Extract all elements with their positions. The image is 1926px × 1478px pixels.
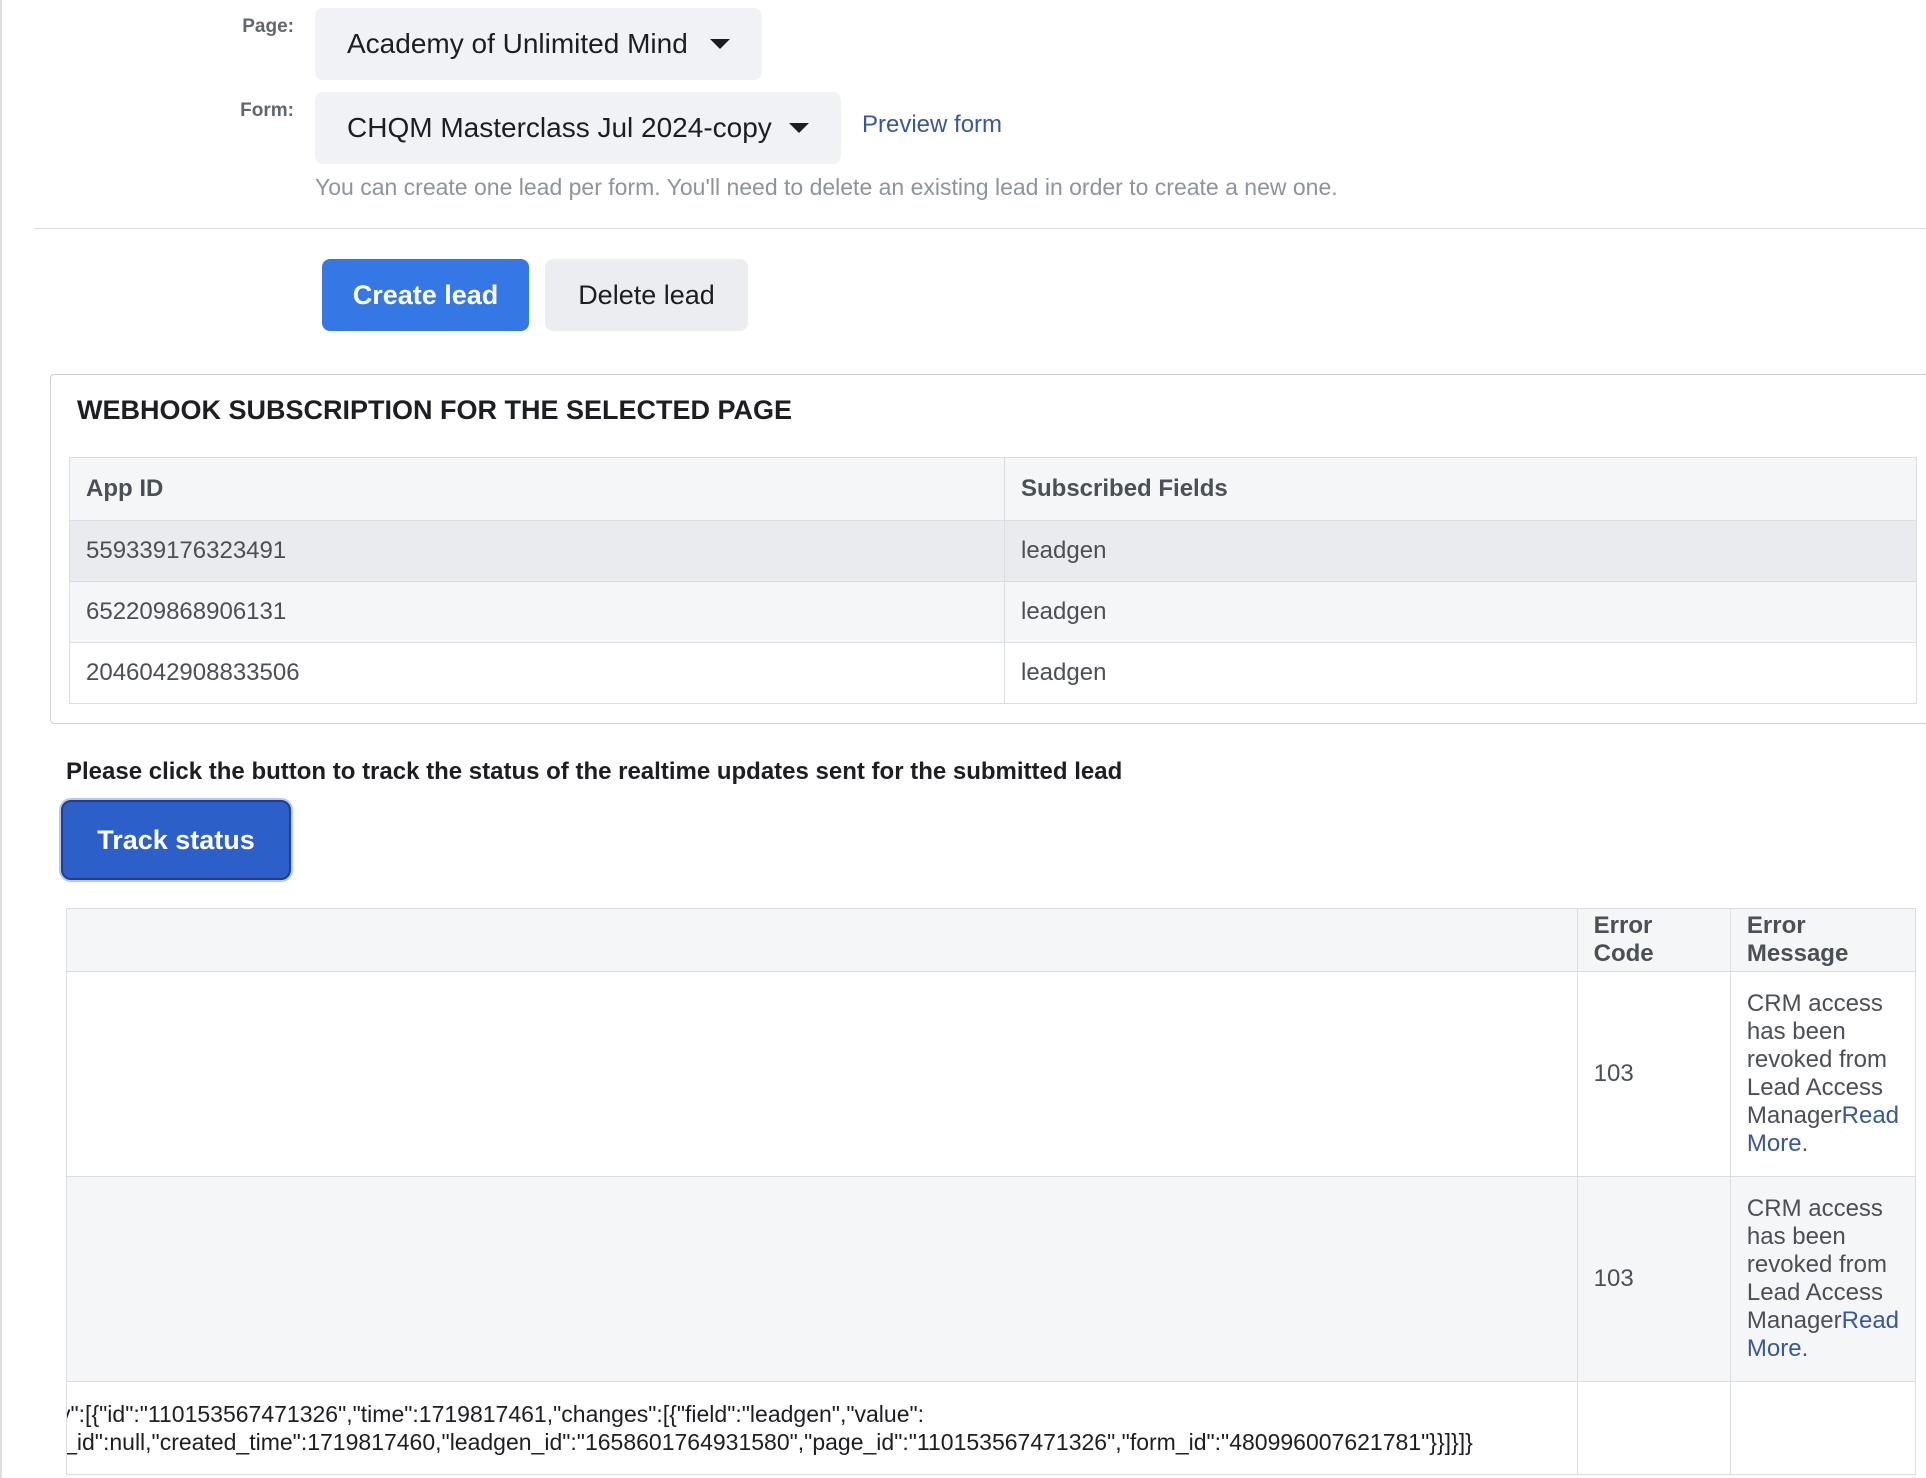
track-status-button[interactable]: Track status (61, 800, 291, 880)
payload-cell (66, 971, 1578, 1177)
table-row: 652209868906131 leadgen (69, 581, 1917, 643)
fields-cell: leadgen (1004, 642, 1917, 704)
webhook-title: WEBHOOK SUBSCRIPTION FOR THE SELECTED PA… (77, 395, 793, 425)
table-header-row: App ID Subscribed Fields (69, 457, 1917, 521)
error-message-cell (1729, 1381, 1917, 1475)
page-select[interactable]: Academy of Unlimited Mind (315, 8, 762, 80)
create-lead-button[interactable]: Create lead (322, 259, 529, 331)
fields-cell: leadgen (1004, 520, 1917, 582)
error-code-cell (1576, 1381, 1731, 1475)
fields-cell: leadgen (1004, 581, 1917, 643)
table-row: 103 CRM access has been revoked from Lea… (66, 1176, 1917, 1382)
column-header-payload (66, 908, 1578, 972)
app-id-cell: 2046042908833506 (69, 642, 1005, 704)
error-message-cell: CRM access has been revoked from Lead Ac… (1729, 1176, 1917, 1382)
chevron-down-icon (710, 39, 730, 49)
app-id-cell: 652209868906131 (69, 581, 1005, 643)
column-header-error-code: Error Code (1576, 908, 1731, 972)
table-row: y":[{"id":"110153567471326","time":17198… (66, 1381, 1917, 1475)
form-select-value: CHQM Masterclass Jul 2024-copy (347, 112, 772, 143)
webhook-table: App ID Subscribed Fields 559339176323491… (69, 457, 1917, 704)
payload-cell (66, 1176, 1578, 1382)
column-header-error-message: Error Message (1729, 908, 1917, 972)
status-table-scroll[interactable]: Error Code Error Message 103 CRM access … (66, 908, 1926, 1478)
table-header-row: Error Code Error Message (66, 908, 1917, 972)
form-hint: You can create one lead per form. You'll… (315, 174, 1338, 200)
column-header-app-id: App ID (69, 457, 1005, 521)
delete-lead-button[interactable]: Delete lead (545, 259, 748, 331)
divider (34, 228, 1926, 229)
status-table: Error Code Error Message 103 CRM access … (66, 908, 1917, 1475)
chevron-down-icon (789, 123, 809, 133)
payload-line: y":[{"id":"110153567471326","time":17198… (66, 1401, 925, 1427)
form-label: Form: (240, 100, 294, 121)
page-select-value: Academy of Unlimited Mind (347, 28, 688, 59)
page-label: Page: (242, 16, 294, 37)
payload-line: l_id":null,"created_time":1719817460,"le… (66, 1429, 1473, 1455)
left-border (0, 0, 2, 1478)
error-message-cell: CRM access has been revoked from Lead Ac… (1729, 971, 1917, 1177)
table-row: 2046042908833506 leadgen (69, 642, 1917, 704)
payload-cell: y":[{"id":"110153567471326","time":17198… (66, 1381, 1578, 1475)
track-instruction: Please click the button to track the sta… (66, 758, 1123, 785)
table-row: 103 CRM access has been revoked from Lea… (66, 971, 1917, 1177)
error-code-cell: 103 (1576, 1176, 1731, 1382)
table-row: 559339176323491 leadgen (69, 520, 1917, 582)
preview-form-link[interactable]: Preview form (862, 111, 1002, 139)
column-header-subscribed-fields: Subscribed Fields (1004, 457, 1917, 521)
webhook-panel: WEBHOOK SUBSCRIPTION FOR THE SELECTED PA… (50, 374, 1926, 724)
form-select[interactable]: CHQM Masterclass Jul 2024-copy (315, 92, 841, 164)
app-id-cell: 559339176323491 (69, 520, 1005, 582)
error-code-cell: 103 (1576, 971, 1731, 1177)
